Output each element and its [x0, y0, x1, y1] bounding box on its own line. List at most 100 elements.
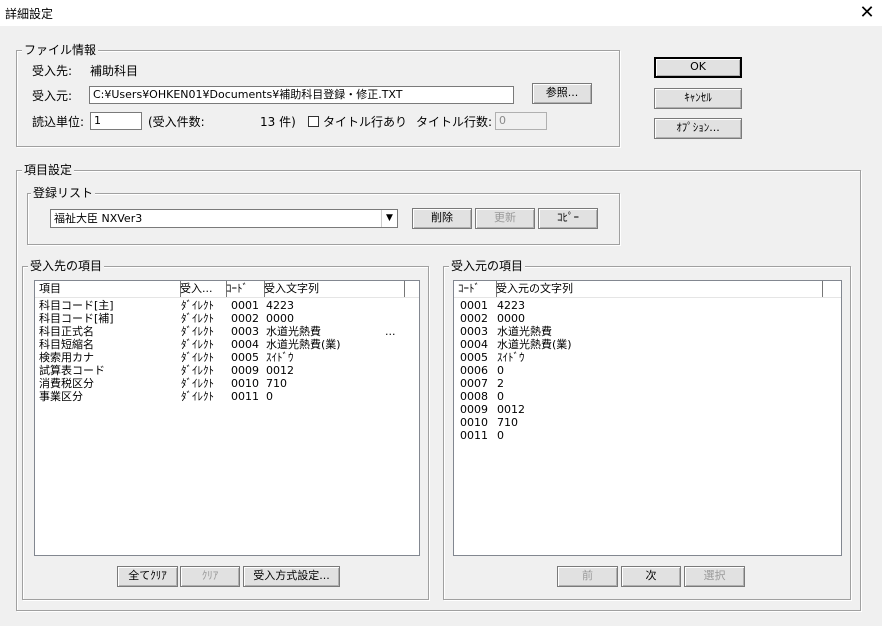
table-row[interactable]: 0008 0 — [454, 390, 841, 403]
cell-code: 0003 — [460, 325, 488, 338]
cell-item: 試算表コード — [39, 364, 105, 377]
table-row[interactable]: 0005 ｽｲﾄﾞｳ — [454, 351, 841, 364]
dest-items-list[interactable]: 項目 受入... ｺｰﾄﾞ 受入文字列 科目コード[主] ﾀﾞｲﾚｸﾄ 0001 42… — [34, 280, 420, 556]
cell-string: 0000 — [266, 312, 294, 325]
table-row[interactable]: 0010 710 — [454, 416, 841, 429]
options-button[interactable]: ｵﾌﾟｼｮﾝ... — [654, 118, 742, 139]
cell-string: 水道光熱費(業) — [266, 338, 341, 351]
column-header-code[interactable]: ｺｰﾄﾞ — [222, 281, 265, 297]
table-row[interactable]: 0011 0 — [454, 429, 841, 442]
cell-source-string: 710 — [497, 416, 518, 429]
cell-source-string: ｽｲﾄﾞｳ — [497, 351, 525, 364]
cell-method: ﾀﾞｲﾚｸﾄ — [181, 364, 214, 377]
table-row[interactable]: 0002 0000 — [454, 312, 841, 325]
cell-code: 0002 — [231, 312, 259, 325]
cell-code: 0005 — [460, 351, 488, 364]
cell-item: 事業区分 — [39, 390, 83, 403]
cell-method: ﾀﾞｲﾚｸﾄ — [181, 338, 214, 351]
cell-code: 0009 — [231, 364, 259, 377]
source-items-list[interactable]: ｺｰﾄﾞ 受入元の文字列 0001 4223 0002 0000 0003 水道光熱費 00… — [453, 280, 842, 556]
cell-method: ﾀﾞｲﾚｸﾄ — [181, 390, 214, 403]
column-header-method[interactable]: 受入... — [176, 281, 227, 297]
table-row[interactable]: 科目コード[主] ﾀﾞｲﾚｸﾄ 0001 4223 — [35, 299, 419, 312]
dest-label: 受入先: — [32, 64, 73, 78]
column-header-source-string[interactable]: 受入元の文字列 — [492, 281, 823, 297]
cell-source-string: 水道光熱費(業) — [497, 338, 572, 351]
table-row[interactable]: 試算表コード ﾀﾞｲﾚｸﾄ 0009 0012 — [35, 364, 419, 377]
cell-code: 0009 — [460, 403, 488, 416]
cell-string: 4223 — [266, 299, 294, 312]
cell-code: 0003 — [231, 325, 259, 338]
source-items-header: ｺｰﾄﾞ 受入元の文字列 — [454, 281, 841, 298]
table-row[interactable]: 科目正式名 ﾀﾞｲﾚｸﾄ 0003 水道光熱費... — [35, 325, 419, 338]
delete-button[interactable]: 削除 — [412, 208, 472, 229]
registration-legend: 登録リスト — [31, 186, 96, 200]
table-row[interactable]: 0007 2 — [454, 377, 841, 390]
source-path-field[interactable]: C:¥Users¥OHKEN01¥Documents¥補助科目登録・修正.TXT — [89, 86, 514, 104]
column-header-item[interactable]: 項目 — [35, 281, 181, 297]
source-items-legend: 受入元の項目 — [449, 259, 526, 273]
prev-button[interactable]: 前 — [557, 566, 618, 587]
cell-code: 0010 — [460, 416, 488, 429]
cell-source-string: 0 — [497, 364, 504, 377]
cell-code: 0005 — [231, 351, 259, 364]
close-icon[interactable]: ✕ — [857, 3, 877, 23]
unit-label: 読込単位: — [32, 115, 85, 129]
clear-all-button[interactable]: 全てｸﾘｱ — [117, 566, 178, 587]
cell-method: ﾀﾞｲﾚｸﾄ — [181, 312, 214, 325]
cell-source-string: 4223 — [497, 299, 525, 312]
table-row[interactable]: 0001 4223 — [454, 299, 841, 312]
chevron-down-icon[interactable]: ▼ — [381, 210, 397, 227]
cell-string: 水道光熱費 — [266, 325, 321, 338]
cell-code: 0011 — [231, 390, 259, 403]
unit-field[interactable]: 1 — [90, 112, 142, 130]
table-row[interactable]: 0006 0 — [454, 364, 841, 377]
copy-button[interactable]: ｺﾋﾟｰ — [538, 208, 598, 229]
title-bar — [0, 0, 882, 26]
select-button[interactable]: 選択 — [684, 566, 745, 587]
cancel-button[interactable]: ｷｬﾝｾﾙ — [654, 88, 742, 109]
cell-code: 0001 — [460, 299, 488, 312]
cell-string: ｽｲﾄﾞｳ — [266, 351, 294, 364]
cell-code: 0004 — [231, 338, 259, 351]
table-row[interactable]: 検索用カナ ﾀﾞｲﾚｸﾄ 0005 ｽｲﾄﾞｳ — [35, 351, 419, 364]
registration-combo[interactable]: 福祉大臣 NXVer3 ▼ — [50, 209, 398, 228]
browse-button[interactable]: 参照... — [532, 83, 592, 104]
column-header-string[interactable]: 受入文字列 — [260, 281, 405, 297]
cell-code: 0002 — [460, 312, 488, 325]
window-title: 詳細設定 — [5, 7, 54, 21]
cell-code: 0004 — [460, 338, 488, 351]
table-row[interactable]: 科目短縮名 ﾀﾞｲﾚｸﾄ 0004 水道光熱費(業) — [35, 338, 419, 351]
ok-button[interactable]: OK — [654, 57, 742, 78]
cell-method: ﾀﾞｲﾚｸﾄ — [181, 351, 214, 364]
table-row[interactable]: 0009 0012 — [454, 403, 841, 416]
file-info-legend: ファイル情報 — [22, 43, 99, 57]
cell-item: 科目正式名 — [39, 325, 94, 338]
title-row-checkbox[interactable] — [308, 116, 319, 127]
import-method-button[interactable]: 受入方式設定... — [243, 566, 340, 587]
cell-code: 0007 — [460, 377, 488, 390]
table-row[interactable]: 消費税区分 ﾀﾞｲﾚｸﾄ 0010 710 — [35, 377, 419, 390]
cell-method: ﾀﾞｲﾚｸﾄ — [181, 377, 214, 390]
dest-value: 補助科目 — [90, 64, 139, 78]
column-header-code[interactable]: ｺｰﾄﾞ — [454, 281, 497, 297]
table-row[interactable]: 0004 水道光熱費(業) — [454, 338, 841, 351]
cell-source-string: 0000 — [497, 312, 525, 325]
update-button[interactable]: 更新 — [475, 208, 535, 229]
registration-combo-value: 福祉大臣 NXVer3 — [54, 212, 143, 225]
cell-method: ﾀﾞｲﾚｸﾄ — [181, 299, 214, 312]
cell-string: 0012 — [266, 364, 294, 377]
table-row[interactable]: 0003 水道光熱費 — [454, 325, 841, 338]
cell-item: 科目コード[補] — [39, 312, 114, 325]
source-label: 受入元: — [32, 89, 73, 103]
title-row-count-field[interactable]: 0 — [495, 112, 547, 130]
table-row[interactable]: 事業区分 ﾀﾞｲﾚｸﾄ 0011 0 — [35, 390, 419, 403]
title-row-label: タイトル行あり — [323, 115, 408, 129]
cell-item: 科目コード[主] — [39, 299, 114, 312]
table-row[interactable]: 科目コード[補] ﾀﾞｲﾚｸﾄ 0002 0000 — [35, 312, 419, 325]
cell-source-string: 0 — [497, 429, 504, 442]
dest-items-legend: 受入先の項目 — [28, 259, 105, 273]
clear-button[interactable]: ｸﾘｱ — [180, 566, 240, 587]
count-prefix: (受入件数: — [148, 115, 205, 129]
next-button[interactable]: 次 — [621, 566, 681, 587]
